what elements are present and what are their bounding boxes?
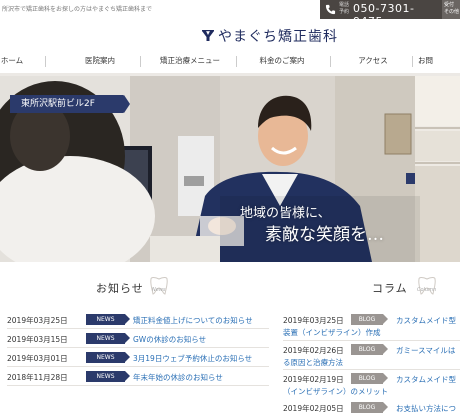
nav-item-access[interactable]: アクセス [340, 50, 406, 72]
nav-separator [45, 56, 46, 67]
divider [7, 328, 269, 329]
divider [7, 347, 269, 348]
blog-badge: BLOG [351, 402, 388, 413]
column-date: 2019年02月26日 [283, 346, 344, 355]
column-link[interactable]: カスタムメイド型 [396, 374, 456, 385]
news-heading: お知らせ [96, 277, 144, 297]
news-date: 2019年03月01日 [7, 354, 68, 363]
nav-separator [412, 56, 413, 67]
column-link[interactable]: お支払い方法につ [396, 403, 456, 414]
divider [7, 366, 269, 367]
news-date: 2019年03月15日 [7, 335, 68, 344]
nav-item-fees[interactable]: 料金のご案内 [244, 50, 320, 72]
nav-item-treatment[interactable]: 矯正治療メニュー [150, 50, 230, 72]
column-date: 2019年03月25日 [283, 316, 344, 325]
logo-text: やまぐち矯正歯科 [218, 29, 338, 45]
column-link[interactable]: ガミースマイルは [396, 345, 455, 356]
column-link-line-2[interactable]: 装置（インビザライン）作成 [283, 327, 381, 338]
news-badge: NEWS [86, 371, 130, 382]
news-link[interactable]: 矯正料金値上げについてのお知らせ [133, 315, 253, 326]
hours-label: 受付 その他 [444, 2, 460, 15]
news-date: 2018年11月28日 [7, 373, 68, 382]
site-logo[interactable]: やまぐち矯正歯科 [201, 27, 338, 45]
nav-item-home[interactable]: ホーム [0, 50, 32, 72]
site-tagline: 所沢市で矯正歯科をお探しの方はやまぐち矯正歯科まで [2, 6, 153, 13]
phone-number[interactable]: 050-7301-9475 [353, 2, 442, 28]
column-link[interactable]: カスタムメイド型 [396, 315, 456, 326]
phone-icon [325, 4, 336, 15]
news-tooth-icon [150, 277, 168, 295]
divider [283, 340, 460, 341]
logo-tooth-icon [202, 30, 214, 41]
news-link[interactable]: 3月19日ウェブ予約休止のお知らせ [133, 353, 252, 364]
divider [7, 385, 269, 386]
column-tooth-icon [418, 277, 436, 295]
news-title: お知らせ [96, 282, 144, 295]
column-heading: コラム [372, 277, 408, 297]
nav-separator [236, 56, 237, 67]
hero-copy-line-2: 素敵な笑顔を… [265, 225, 384, 245]
nav-separator [330, 56, 331, 67]
nav-item-contact[interactable]: お問 [414, 50, 460, 72]
main-nav: ホーム 医院案内 矯正治療メニュー 料金のご案内 アクセス お問 [0, 50, 460, 72]
hours-box: 受付 その他 [442, 0, 460, 19]
news-badge: NEWS [86, 352, 130, 363]
blog-badge: BLOG [351, 344, 388, 355]
nav-separator [140, 56, 141, 67]
column-date: 2019年02月19日 [283, 375, 344, 384]
column-link-line-2[interactable]: る原因と治療方法 [283, 357, 343, 368]
top-bar: 所沢市で矯正歯科をお探しの方はやまぐち矯正歯科まで 電話 予約 050-7301… [0, 0, 460, 28]
news-subtitle: News [152, 287, 166, 293]
location-badge: 東所沢駅前ビル2F [10, 95, 124, 113]
blog-badge: BLOG [351, 373, 388, 384]
blog-badge: BLOG [351, 314, 388, 325]
location-badge-tail [124, 95, 130, 113]
phone-reservation-box[interactable]: 電話 予約 050-7301-9475 [320, 0, 442, 28]
slider-indicator[interactable] [406, 173, 415, 184]
column-link-line-2[interactable]: （インビザライン）のメリット [283, 386, 388, 397]
nav-item-about[interactable]: 医院案内 [72, 50, 128, 72]
hero-copy-line-1: 地域の皆様に、 [240, 206, 331, 221]
news-date: 2019年03月25日 [7, 316, 68, 325]
phone-label: 電話 予約 [339, 2, 350, 15]
news-badge: NEWS [86, 333, 130, 344]
news-link[interactable]: GWの休診のお知らせ [133, 334, 206, 345]
divider [283, 369, 460, 370]
news-badge: NEWS [86, 314, 130, 325]
column-date: 2019年02月05日 [283, 404, 344, 413]
column-subtitle: Column [417, 287, 437, 293]
column-title: コラム [372, 282, 408, 295]
news-link[interactable]: 年末年始の休診のお知らせ [133, 372, 223, 383]
